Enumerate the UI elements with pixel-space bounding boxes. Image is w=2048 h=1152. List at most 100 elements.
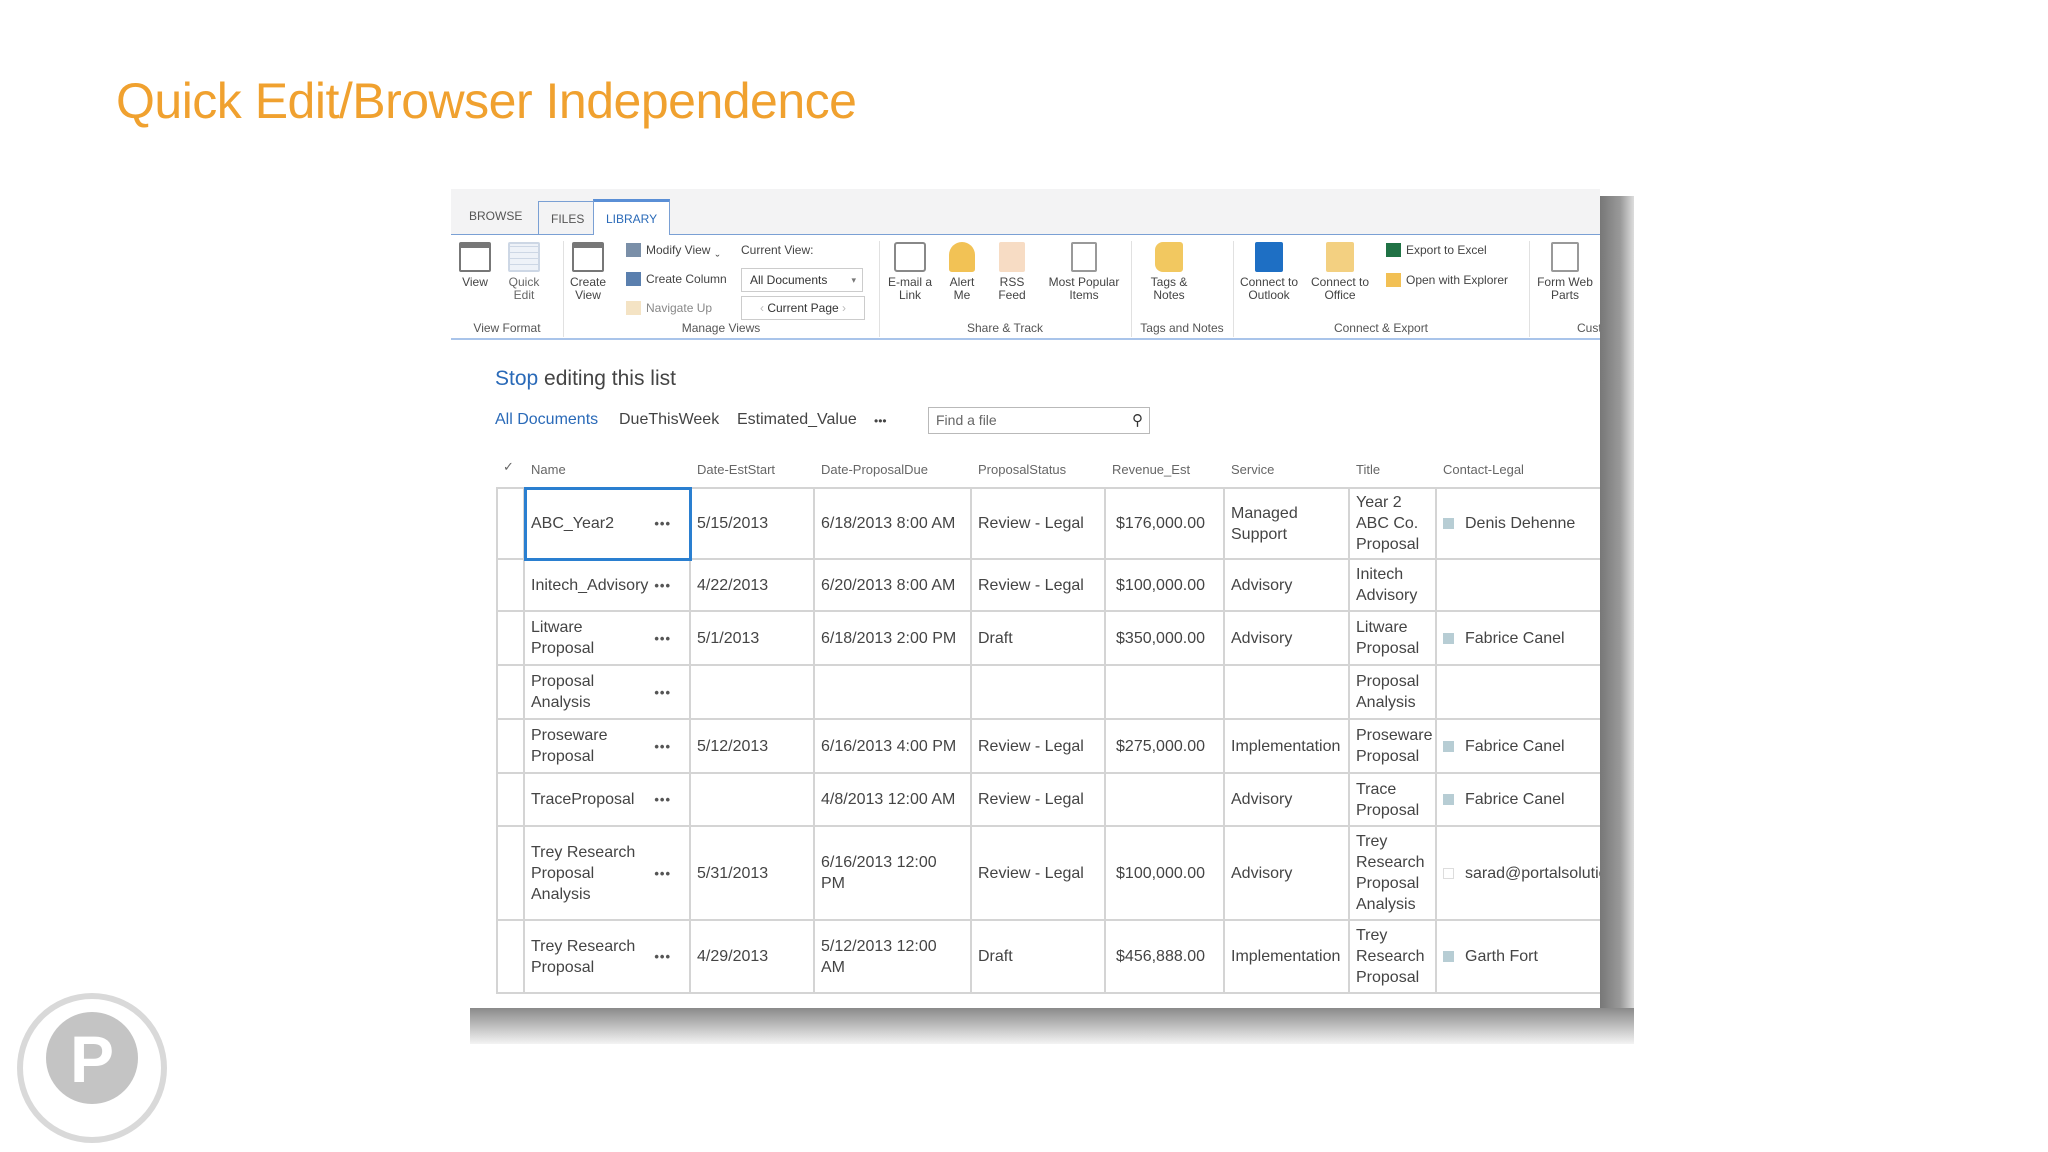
cell-service[interactable]: Advisory xyxy=(1225,560,1350,612)
cell-service[interactable]: Implementation xyxy=(1225,921,1350,994)
cell-contact[interactable]: sarad@portalsolutions xyxy=(1437,827,1600,921)
cell-name[interactable]: ABC_Year2 ••• xyxy=(525,487,691,560)
tab-browse[interactable]: BROWSE xyxy=(457,199,534,235)
row-select-cell[interactable] xyxy=(496,487,525,560)
cell-start[interactable]: 4/29/2013 xyxy=(691,921,815,994)
cell-title[interactable]: Trey Research Proposal xyxy=(1350,921,1437,994)
cell-due[interactable]: 4/8/2013 12:00 AM xyxy=(815,774,972,827)
cell-start[interactable]: 5/1/2013 xyxy=(691,612,815,666)
cell-service[interactable]: Managed Support xyxy=(1225,487,1350,560)
cell-name[interactable]: Initech_Advisory ••• xyxy=(525,560,691,612)
cell-contact[interactable]: Fabrice Canel xyxy=(1437,612,1600,666)
cell-due[interactable]: 6/18/2013 2:00 PM xyxy=(815,612,972,666)
cell-title[interactable]: Proposal Analysis xyxy=(1350,666,1437,720)
cell-name[interactable]: Trey Research Proposal Analysis ••• xyxy=(525,827,691,921)
cell-revenue[interactable]: $100,000.00 xyxy=(1106,827,1225,921)
item-menu-ellipsis-icon[interactable]: ••• xyxy=(654,863,671,884)
cell-title[interactable]: Trey Research Proposal Analysis xyxy=(1350,827,1437,921)
cell-service[interactable] xyxy=(1225,666,1350,720)
cell-service[interactable]: Advisory xyxy=(1225,612,1350,666)
row-select-cell[interactable] xyxy=(496,560,525,612)
cell-status[interactable]: Draft xyxy=(972,612,1106,666)
cell-revenue[interactable] xyxy=(1106,774,1225,827)
cell-title[interactable]: Trace Proposal xyxy=(1350,774,1437,827)
open-explorer-button[interactable]: Open with Explorer xyxy=(1386,273,1508,287)
cell-start[interactable]: 5/15/2013 xyxy=(691,487,815,560)
current-view-select[interactable]: All Documents ▾ xyxy=(741,268,863,292)
item-menu-ellipsis-icon[interactable]: ••• xyxy=(654,736,671,757)
tab-library[interactable]: LIBRARY xyxy=(593,199,671,236)
cell-name[interactable]: Proseware Proposal ••• xyxy=(525,720,691,774)
cell-contact[interactable]: Fabrice Canel xyxy=(1437,774,1600,827)
cell-start[interactable] xyxy=(691,666,815,720)
cell-revenue[interactable] xyxy=(1106,666,1225,720)
quick-edit-button[interactable]: Quick Edit xyxy=(503,242,545,302)
connect-office-button[interactable]: Connect to Office xyxy=(1307,242,1373,302)
cell-revenue[interactable]: $275,000.00 xyxy=(1106,720,1225,774)
cell-due[interactable]: 6/16/2013 4:00 PM xyxy=(815,720,972,774)
alert-me-button[interactable]: Alert Me xyxy=(944,242,980,302)
cell-contact[interactable]: Fabrice Canel xyxy=(1437,720,1600,774)
cell-revenue[interactable]: $176,000.00 xyxy=(1106,487,1225,560)
cell-title[interactable]: Litware Proposal xyxy=(1350,612,1437,666)
cell-name[interactable]: Litware Proposal ••• xyxy=(525,612,691,666)
row-select-cell[interactable] xyxy=(496,720,525,774)
column-header[interactable]: Service xyxy=(1231,462,1274,477)
cell-status[interactable]: Review - Legal xyxy=(972,774,1106,827)
cell-contact[interactable]: Denis Dehenne xyxy=(1437,487,1600,560)
column-header[interactable]: Revenue_Est xyxy=(1112,462,1190,477)
view-all-documents[interactable]: All Documents xyxy=(495,411,598,429)
row-select-cell[interactable] xyxy=(496,612,525,666)
modify-view-button[interactable]: Modify View ˬ xyxy=(626,243,719,257)
form-web-parts-button[interactable]: Form Web Parts xyxy=(1533,242,1597,302)
view-due-this-week[interactable]: DueThisWeek xyxy=(619,411,719,429)
cell-name[interactable]: Proposal Analysis ••• xyxy=(525,666,691,720)
cell-name[interactable]: TraceProposal ••• xyxy=(525,774,691,827)
cell-due[interactable]: 5/12/2013 12:00 AM xyxy=(815,921,972,994)
cell-title[interactable]: Initech Advisory xyxy=(1350,560,1437,612)
cell-contact[interactable] xyxy=(1437,560,1600,612)
cell-service[interactable]: Implementation xyxy=(1225,720,1350,774)
cell-due[interactable] xyxy=(815,666,972,720)
cell-status[interactable]: Review - Legal xyxy=(972,827,1106,921)
row-select-cell[interactable] xyxy=(496,666,525,720)
item-menu-ellipsis-icon[interactable]: ••• xyxy=(654,946,671,967)
cell-contact[interactable]: Garth Fort xyxy=(1437,921,1600,994)
current-page-pager[interactable]: ‹ Current Page › xyxy=(741,296,865,320)
cell-service[interactable]: Advisory xyxy=(1225,827,1350,921)
column-header[interactable]: Contact-Legal xyxy=(1443,462,1524,477)
cell-status[interactable] xyxy=(972,666,1106,720)
cell-title[interactable]: Year 2 ABC Co. Proposal xyxy=(1350,487,1437,560)
item-menu-ellipsis-icon[interactable]: ••• xyxy=(654,628,671,649)
row-select-cell[interactable] xyxy=(496,921,525,994)
more-views-button[interactable]: ••• xyxy=(874,414,887,428)
cell-start[interactable]: 4/22/2013 xyxy=(691,560,815,612)
cell-title[interactable]: Proseware Proposal xyxy=(1350,720,1437,774)
export-excel-button[interactable]: Export to Excel xyxy=(1386,243,1487,257)
cell-status[interactable]: Review - Legal xyxy=(972,487,1106,560)
column-header[interactable]: Title xyxy=(1356,462,1380,477)
cell-status[interactable]: Review - Legal xyxy=(972,720,1106,774)
cell-revenue[interactable]: $100,000.00 xyxy=(1106,560,1225,612)
search-icon[interactable]: ⚲ xyxy=(1132,411,1143,429)
column-header[interactable]: Name xyxy=(531,462,566,477)
rss-feed-button[interactable]: RSS Feed xyxy=(994,242,1030,302)
column-header[interactable]: Date-EstStart xyxy=(697,462,775,477)
cell-status[interactable]: Draft xyxy=(972,921,1106,994)
item-menu-ellipsis-icon[interactable]: ••• xyxy=(654,575,671,596)
view-button[interactable]: View xyxy=(455,242,495,289)
cell-contact[interactable] xyxy=(1437,666,1600,720)
tab-files[interactable]: FILES xyxy=(538,201,598,235)
email-link-button[interactable]: E-mail a Link xyxy=(885,242,935,302)
row-select-cell[interactable] xyxy=(496,774,525,827)
cell-start[interactable] xyxy=(691,774,815,827)
column-header[interactable]: ProposalStatus xyxy=(978,462,1066,477)
cell-start[interactable]: 5/31/2013 xyxy=(691,827,815,921)
view-estimated-value[interactable]: Estimated_Value xyxy=(737,411,857,429)
item-menu-ellipsis-icon[interactable]: ••• xyxy=(654,513,671,534)
create-view-button[interactable]: Create View xyxy=(567,242,609,302)
cell-start[interactable]: 5/12/2013 xyxy=(691,720,815,774)
most-popular-button[interactable]: Most Popular Items xyxy=(1044,242,1124,302)
connect-outlook-button[interactable]: Connect to Outlook xyxy=(1236,242,1302,302)
cell-name[interactable]: Trey Research Proposal ••• xyxy=(525,921,691,994)
